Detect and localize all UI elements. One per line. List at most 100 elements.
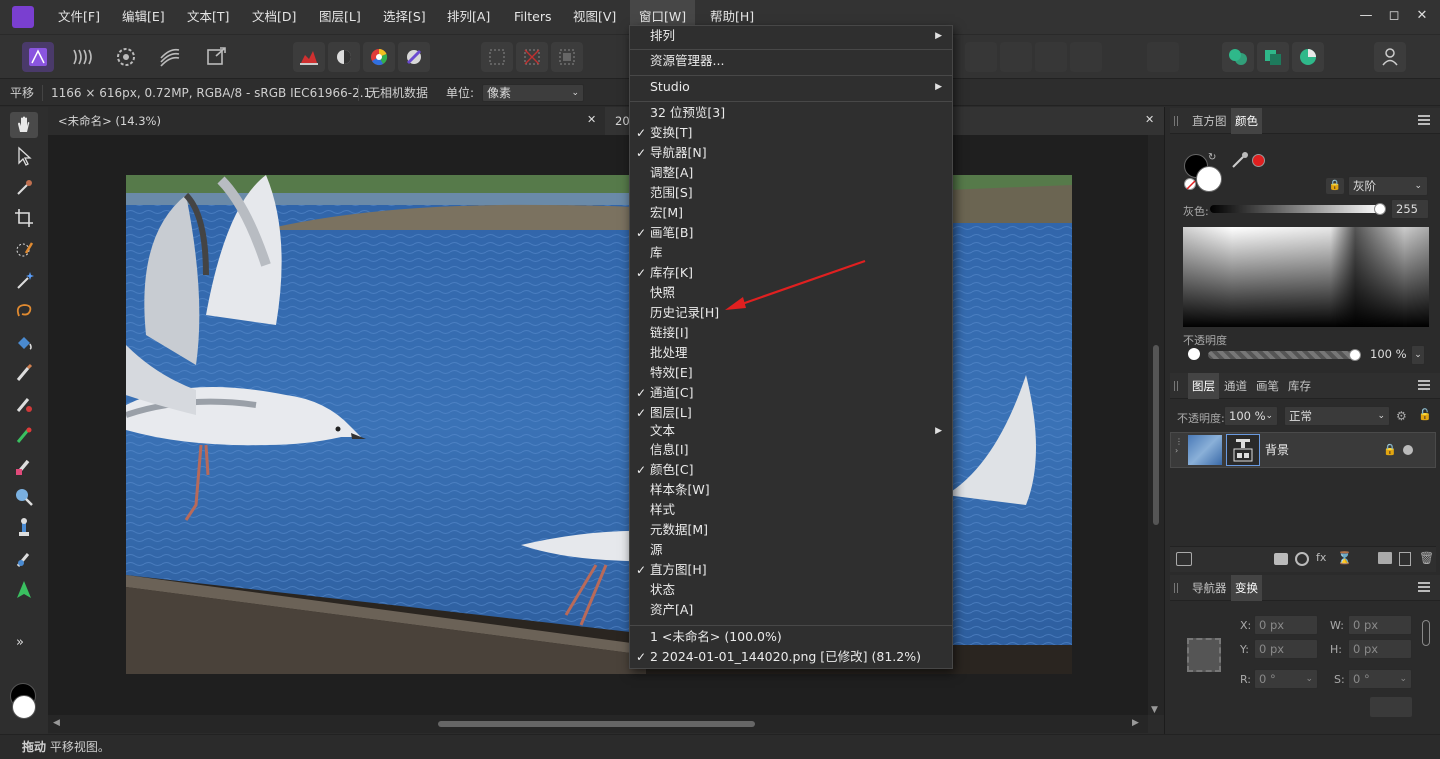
trash-icon[interactable]: 🗑 [1419, 551, 1434, 565]
menu-filters[interactable]: Filters [505, 0, 560, 34]
horizontal-scroll-thumb[interactable] [438, 721, 755, 727]
window-menu-item[interactable]: 链接[I] [630, 323, 952, 343]
x-field[interactable]: 0 px [1254, 615, 1318, 635]
gray-slider-handle[interactable] [1374, 203, 1386, 215]
adjustment-icon[interactable] [1295, 552, 1309, 566]
inpainting-brush-tool-icon[interactable] [10, 546, 38, 572]
window-menu-item[interactable]: ✓ 导航器[N] [630, 143, 952, 163]
more-tools-icon[interactable]: » [16, 635, 24, 650]
opacity-value-field[interactable]: 100 % [1366, 345, 1410, 365]
vertical-scrollbar[interactable]: ▼ [1148, 135, 1164, 715]
live-filter-icon[interactable]: ⌛ [1337, 551, 1352, 565]
arrange-backward-icon[interactable] [1000, 42, 1032, 72]
window-menu-item[interactable]: 状态 [630, 580, 952, 600]
account-icon[interactable] [1374, 42, 1406, 72]
tab-close-icon[interactable]: ✕ [587, 113, 601, 127]
dodge-brush-tool-icon[interactable] [10, 391, 38, 417]
photo-persona-icon[interactable] [22, 42, 54, 72]
arrange-front-icon[interactable] [1070, 42, 1102, 72]
close-icon[interactable]: ✕ [1414, 8, 1430, 24]
panel-grip-icon[interactable] [1174, 583, 1178, 593]
add-boolean-icon[interactable] [1222, 42, 1254, 72]
secondary-color-swatch[interactable] [12, 695, 36, 719]
tab-navigator[interactable]: 导航器 [1188, 575, 1231, 601]
color-mode-select[interactable]: 灰阶 ⌄ [1348, 176, 1428, 196]
affinity-photo-logo[interactable] [12, 6, 34, 28]
eyedropper-icon[interactable] [1230, 150, 1250, 170]
tab-close-icon[interactable]: ✕ [1145, 113, 1159, 127]
fx-icon[interactable]: fx [1316, 551, 1326, 564]
hand-tool-icon[interactable] [10, 112, 38, 138]
menu-select[interactable]: 选择[S] [374, 0, 435, 34]
window-menu-item[interactable]: Studio ▶ [630, 77, 952, 97]
clone-brush-tool-icon[interactable] [10, 515, 38, 541]
window-menu-item[interactable]: ✓ 画笔[B] [630, 223, 952, 243]
swap-colors-icon[interactable]: ↻ [1208, 152, 1216, 163]
deselect-icon[interactable] [516, 42, 548, 72]
subtract-boolean-icon[interactable] [1257, 42, 1289, 72]
window-menu-item[interactable]: ✓ 图层[L] [630, 403, 952, 423]
menu-view[interactable]: 视图[V] [564, 0, 625, 34]
picked-color-swatch[interactable] [1252, 154, 1265, 167]
mask-icon[interactable] [1274, 553, 1288, 565]
gear-icon[interactable]: ⚙ [1396, 409, 1407, 423]
tab-stock[interactable]: 库存 [1284, 373, 1315, 399]
window-menu-item[interactable]: 资源管理器... [630, 51, 952, 71]
gray-slider[interactable] [1210, 205, 1382, 213]
color-picker-tool-icon[interactable] [10, 174, 38, 200]
anchor-selector-icon[interactable] [1187, 638, 1221, 672]
move-tool-icon[interactable] [10, 143, 38, 169]
tab-brushes[interactable]: 画笔 [1252, 373, 1283, 399]
menu-text[interactable]: 文本[T] [178, 0, 238, 34]
document-tab-1[interactable]: <未命名> (14.3%) [48, 107, 605, 135]
h-field[interactable]: 0 px [1348, 639, 1412, 659]
chevron-down-icon[interactable]: ⌄ [1411, 345, 1425, 365]
selection-rect-icon[interactable] [481, 42, 513, 72]
window-menu-item[interactable]: 信息[I] [630, 440, 952, 460]
window-menu-item[interactable]: 调整[A] [630, 163, 952, 183]
tab-channels[interactable]: 通道 [1220, 373, 1251, 399]
magic-wand-tool-icon[interactable] [10, 267, 38, 293]
window-menu-item[interactable]: 文本 ▶ [630, 421, 952, 441]
scroll-left-icon[interactable]: ◀ [53, 718, 60, 728]
panel-menu-icon[interactable] [1418, 380, 1430, 390]
transform-options-button[interactable] [1370, 697, 1412, 717]
minimize-icon[interactable]: — [1358, 8, 1374, 24]
window-menu-item[interactable]: 范围[S] [630, 183, 952, 203]
arrange-back-icon[interactable] [965, 42, 997, 72]
window-menu-item[interactable]: 排列 ▶ [630, 26, 952, 46]
menu-file[interactable]: 文件[F] [49, 0, 109, 34]
color-replacement-tool-icon[interactable] [10, 422, 38, 448]
align-icon[interactable] [1147, 42, 1179, 72]
tab-transform[interactable]: 变换 [1231, 575, 1262, 601]
auto-contrast-icon[interactable] [328, 42, 360, 72]
window-menu-item[interactable]: 32 位预览[3] [630, 103, 952, 123]
horizontal-scrollbar[interactable]: ◀ ▶ [48, 715, 1148, 733]
expand-layer-icon[interactable]: ⋮ › [1175, 437, 1183, 455]
window-menu-item[interactable]: ✓ 变换[T] [630, 123, 952, 143]
panel-menu-icon[interactable] [1418, 582, 1430, 592]
link-aspect-icon[interactable] [1422, 620, 1430, 646]
vertical-scroll-thumb[interactable] [1153, 345, 1159, 525]
layer-opacity-select[interactable]: 100 % ⌄ [1224, 406, 1278, 426]
window-menu-item[interactable]: ✓ 2 2024-01-01_144020.png [已修改] (81.2%) [630, 647, 952, 667]
lock-icon[interactable]: 🔓 [1418, 408, 1432, 421]
export-persona-icon[interactable] [200, 42, 232, 72]
menu-edit[interactable]: 编辑[E] [113, 0, 174, 34]
lock-icon[interactable]: 🔒 [1383, 443, 1397, 456]
y-field[interactable]: 0 px [1254, 639, 1318, 659]
tab-color[interactable]: 颜色 [1231, 108, 1262, 134]
window-menu-item[interactable]: 宏[M] [630, 203, 952, 223]
panel-grip-icon[interactable] [1174, 381, 1178, 391]
window-menu-item[interactable]: 批处理 [630, 343, 952, 363]
add-layer-icon[interactable] [1399, 552, 1411, 566]
window-menu-item[interactable]: 1 <未命名> (100.0%) [630, 627, 952, 647]
liquify-persona-icon[interactable] [66, 42, 98, 72]
layer-copy-icon[interactable] [1176, 552, 1192, 566]
auto-colors-icon[interactable] [363, 42, 395, 72]
unit-select[interactable]: 像素 ⌄ [482, 84, 584, 102]
no-color-icon[interactable] [1184, 178, 1196, 190]
opacity-slider-handle[interactable] [1349, 349, 1361, 361]
pen-tool-icon[interactable] [10, 577, 38, 603]
color-spectrum-box[interactable] [1183, 227, 1429, 327]
